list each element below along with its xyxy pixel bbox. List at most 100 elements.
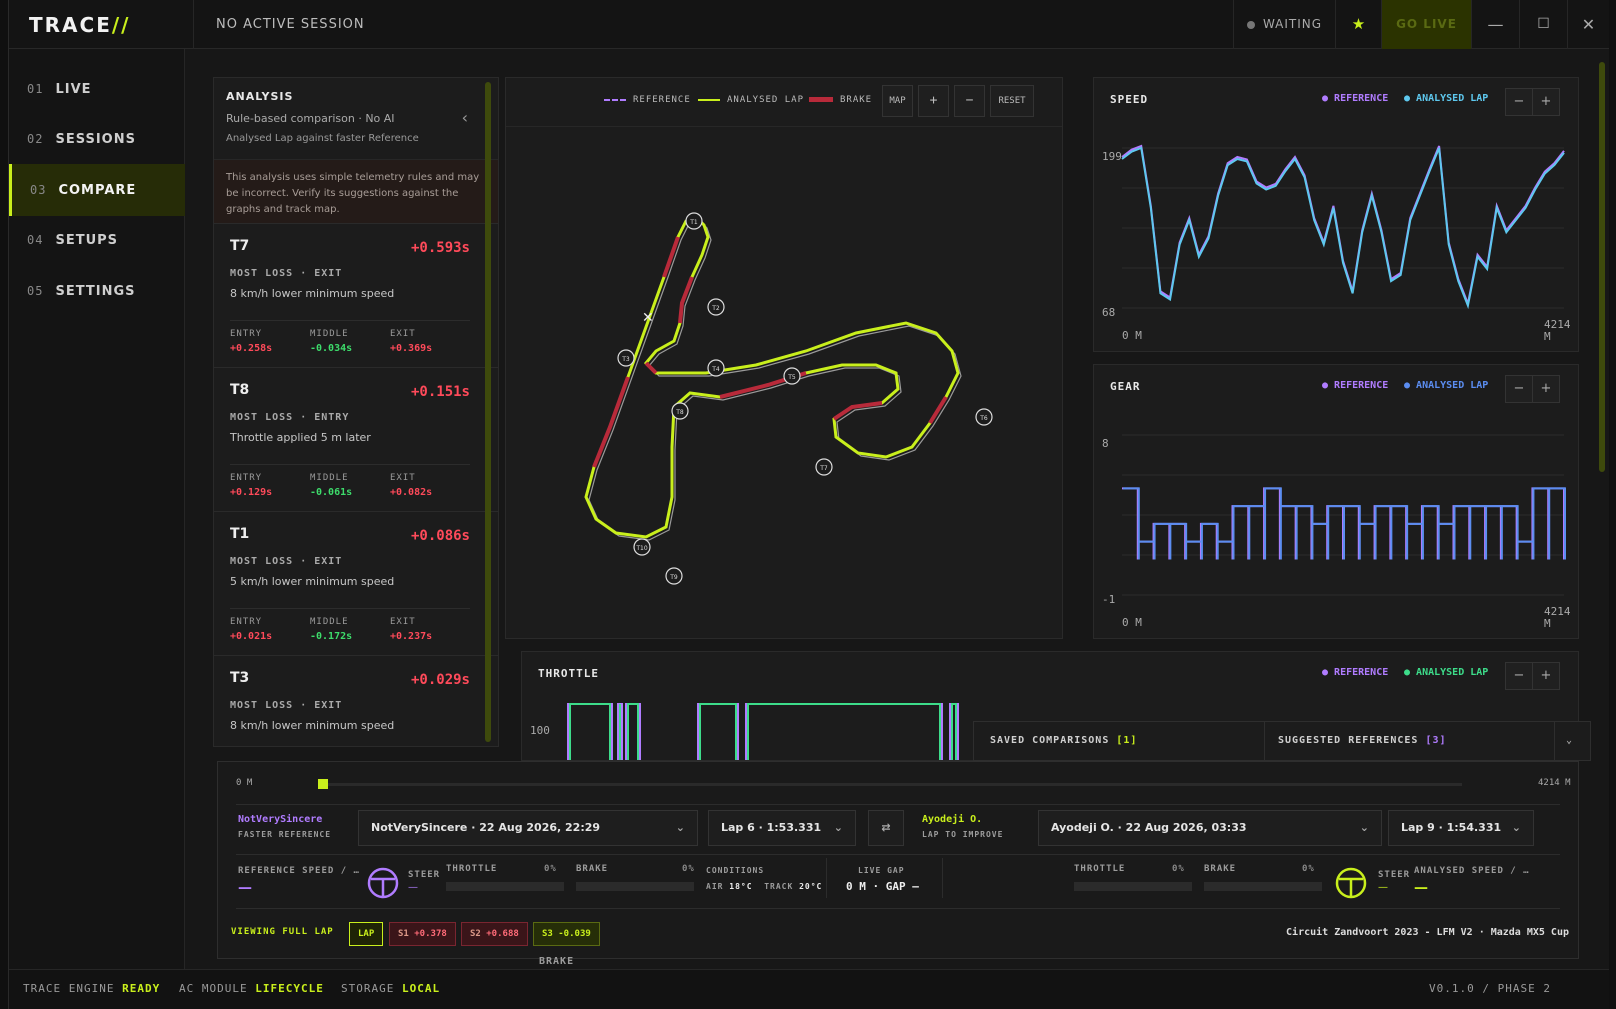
- reference-session-select[interactable]: NotVerySincere · 22 Aug 2026, 22:29 ⌄: [358, 810, 698, 846]
- speed-chart[interactable]: [1094, 78, 1580, 353]
- reference-lap-select[interactable]: Lap 6 · 1:53.331 ⌄: [708, 810, 856, 846]
- split-middle: MIDDLE -0.061s: [310, 473, 353, 498]
- drawer-chevron-icon[interactable]: ⌄: [1566, 722, 1573, 760]
- turn-card[interactable]: T8 +0.151s MOST LOSS · ENTRY Throttle appli…: [214, 368, 498, 512]
- turn-card[interactable]: T1 +0.086s MOST LOSS · EXIT 5 km/h lower mi…: [214, 512, 498, 656]
- analysed-throttle-bar: [1074, 882, 1192, 891]
- analysis-scrollbar[interactable]: [485, 82, 491, 742]
- turn-marker-label: T8: [675, 409, 684, 416]
- reference-brake-bar: [576, 882, 694, 891]
- analysed-steer-label: STEER: [1378, 870, 1411, 880]
- analysis-title: ANALYSIS: [226, 90, 294, 103]
- minimize-button[interactable]: —: [1471, 0, 1519, 49]
- collapse-chevron-icon[interactable]: ‹: [462, 108, 468, 127]
- split-entry: ENTRY +0.021s: [230, 617, 273, 642]
- speed-analysed-line: [1121, 146, 1565, 310]
- gear-analysed-line: [1123, 487, 1566, 560]
- maximize-button[interactable]: ☐: [1519, 0, 1567, 49]
- brake-panel-title: BRAKE: [539, 956, 575, 967]
- circuit-info: Circuit Zandvoort 2023 - LFM V2 · Mazda …: [1286, 927, 1569, 938]
- throttle-analysed-segment: [699, 703, 737, 760]
- reference-steer-label: STEER: [408, 870, 441, 880]
- turn-description: 5 km/h lower minimum speed: [230, 575, 395, 588]
- close-button[interactable]: ✕: [1567, 0, 1609, 49]
- sector-s2-button[interactable]: S2 +0.688: [461, 922, 528, 946]
- turn-marker-label: T6: [979, 415, 988, 422]
- nav-setups[interactable]: 04 SETUPS: [9, 214, 185, 266]
- analysis-disclaimer: This analysis uses simple telemetry rule…: [214, 160, 498, 224]
- lap-scrubber-track[interactable]: [322, 783, 1462, 786]
- analysed-brake-value: 0%: [1302, 864, 1315, 874]
- analysis-panel: ANALYSIS Rule-based comparison · No AI A…: [213, 77, 499, 747]
- brake-zone: [678, 276, 694, 324]
- split-middle: MIDDLE -0.172s: [310, 617, 353, 642]
- throttle-analysed-segment: [569, 703, 611, 760]
- star-icon: ★: [1351, 15, 1366, 33]
- reference-throttle-bar: [446, 882, 564, 891]
- reference-throttle-label: THROTTLE: [446, 864, 498, 874]
- nav-settings[interactable]: 05 SETTINGS: [9, 265, 185, 317]
- turn-splits: ENTRY +0.129s MIDDLE -0.061s EXIT +0.082s: [230, 464, 470, 504]
- saved-comparisons-tab[interactable]: SAVED COMPARISONS [1]: [990, 722, 1137, 760]
- module-status: AC MODULE LIFECYCLE: [179, 982, 324, 995]
- chevron-down-icon: ⌄: [1359, 821, 1369, 834]
- turn-description: 8 km/h lower minimum speed: [230, 719, 395, 732]
- reset-view-button[interactable]: RESET: [990, 85, 1034, 117]
- throttle-analysed-segment: [951, 703, 957, 760]
- reference-steering-wheel-icon: [367, 867, 399, 899]
- turn-delta: +0.151s: [410, 384, 470, 400]
- analysed-driver: Ayodeji O.: [922, 814, 983, 825]
- swap-button[interactable]: ⇄: [868, 810, 904, 846]
- map-toggle-button[interactable]: MAP: [882, 85, 913, 117]
- sector-s1-button[interactable]: S1 +0.378: [389, 922, 456, 946]
- turn-card[interactable]: T7 +0.593s MOST LOSS · EXIT 8 km/h lower mi…: [214, 224, 498, 368]
- reference-line: [585, 216, 959, 538]
- reference-steer-value: —: [408, 882, 418, 893]
- engine-status: TRACE ENGINE READY: [23, 982, 161, 995]
- turn-list: T7 +0.593s MOST LOSS · EXIT 8 km/h lower mi…: [214, 224, 498, 746]
- storage-status: STORAGE LOCAL: [341, 982, 441, 995]
- zoom-out-button[interactable]: −: [954, 85, 985, 117]
- brake-zone: [928, 395, 948, 425]
- analysed-throttle-label: THROTTLE: [1074, 864, 1126, 874]
- lap-scrubber-handle[interactable]: [318, 779, 328, 789]
- analysed-throttle-value: 0%: [1172, 864, 1185, 874]
- turn-marker-label: T7: [819, 465, 828, 472]
- car-position-icon: ✕: [642, 310, 654, 326]
- reference-brake-label: BRAKE: [576, 864, 609, 874]
- split-exit: EXIT +0.369s: [390, 329, 433, 354]
- star-button[interactable]: ★: [1335, 0, 1381, 49]
- track-map[interactable]: ✕ T1 T2 T3 T4 T5 T6 T7 T8 T9 T10: [506, 127, 1062, 637]
- status-bar: TRACE ENGINE READY AC MODULE LIFECYCLE S…: [9, 969, 1609, 1009]
- gear-chart[interactable]: [1094, 365, 1580, 640]
- live-gap-value: 0 M · GAP —: [846, 880, 919, 893]
- nav-live[interactable]: 01 LIVE: [9, 63, 185, 115]
- suggested-references-tab[interactable]: SUGGESTED REFERENCES [3]: [1278, 722, 1447, 760]
- legend-reference: REFERENCE: [604, 95, 691, 105]
- analysed-lap-select[interactable]: Lap 9 · 1:54.331 ⌄: [1388, 810, 1534, 846]
- turn-card[interactable]: T3 +0.029s MOST LOSS · EXIT 8 km/h lower mi…: [214, 656, 498, 746]
- sector-lap-button[interactable]: LAP: [349, 922, 384, 946]
- main-scrollbar[interactable]: [1599, 62, 1605, 472]
- turn-marker-label: T3: [621, 356, 630, 363]
- analysis-subtitle: Rule-based comparison · No AI: [226, 112, 395, 125]
- throttle-reference-segment: [745, 703, 943, 760]
- go-live-button[interactable]: GO LIVE: [1381, 0, 1471, 49]
- reference-brake-value: 0%: [682, 864, 695, 874]
- turn-marker-label: T9: [669, 574, 678, 581]
- turn-loss: MOST LOSS · EXIT: [230, 700, 343, 711]
- brake-zone: [592, 376, 630, 468]
- reference-driver: NotVerySincere: [238, 814, 323, 825]
- nav-sessions[interactable]: 02 SESSIONS: [9, 113, 185, 165]
- track-outline: [588, 219, 962, 541]
- split-entry: ENTRY +0.258s: [230, 329, 273, 354]
- nav-compare[interactable]: 03 COMPARE: [9, 164, 185, 216]
- sector-s3-button[interactable]: S3 -0.039: [533, 922, 600, 946]
- comparison-drawer-tabs: SAVED COMPARISONS [1] SUGGESTED REFERENC…: [973, 721, 1591, 761]
- turn-splits: ENTRY +0.258s MIDDLE -0.034s EXIT +0.369s: [230, 320, 470, 360]
- zoom-in-button[interactable]: +: [918, 85, 949, 117]
- turn-description: Throttle applied 5 m later: [230, 431, 371, 444]
- analysed-session-select[interactable]: Ayodeji O. · 22 Aug 2026, 03:33 ⌄: [1038, 810, 1382, 846]
- turn-loss: MOST LOSS · EXIT: [230, 556, 343, 567]
- maximize-icon: ☐: [1537, 16, 1550, 32]
